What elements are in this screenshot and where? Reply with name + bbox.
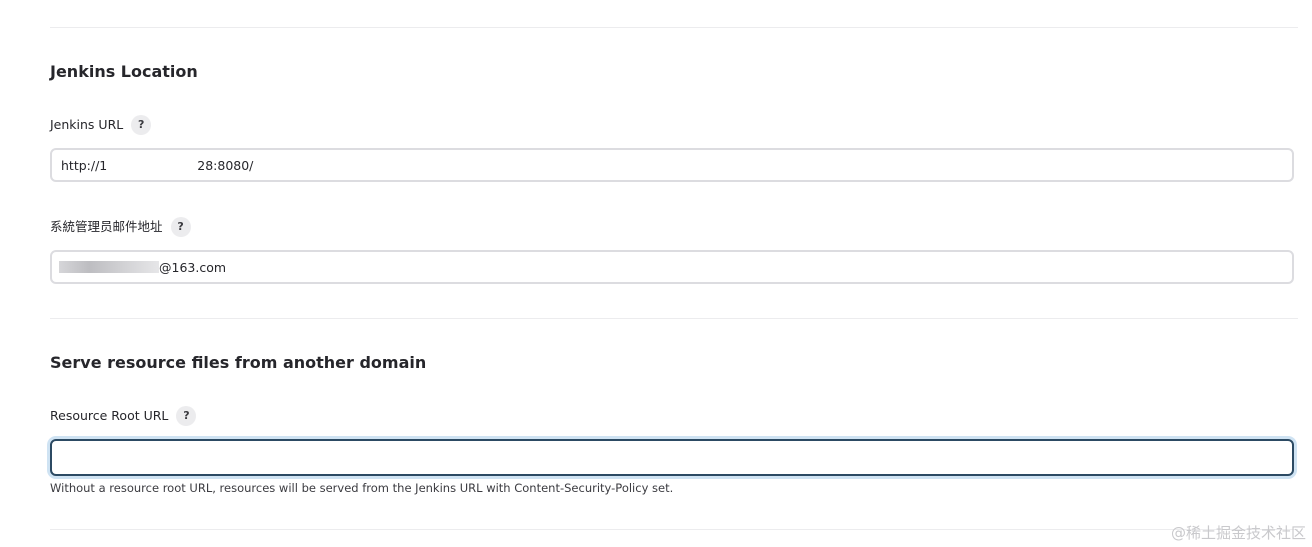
jenkins-url-input[interactable]: http://1 28:8080/	[50, 148, 1294, 182]
admin-email-label: 系統管理员邮件地址	[50, 219, 163, 234]
jenkins-url-label-row: Jenkins URL ?	[50, 115, 152, 135]
jenkins-url-value-start: http://1	[61, 157, 108, 173]
watermark: @稀土掘金技术社区	[1170, 524, 1306, 542]
jenkins-url-label: Jenkins URL	[50, 117, 124, 132]
section-divider	[50, 318, 1298, 319]
section-divider	[50, 27, 1298, 28]
redacted-segment	[107, 159, 197, 171]
resource-root-url-hint: Without a resource root URL, resources w…	[50, 481, 674, 495]
section-divider	[50, 529, 1298, 530]
jenkins-location-title: Jenkins Location	[50, 62, 198, 81]
resource-root-url-input[interactable]	[50, 439, 1294, 476]
help-icon[interactable]: ?	[176, 406, 197, 426]
help-icon[interactable]: ?	[131, 115, 152, 135]
resource-root-url-label-row: Resource Root URL ?	[50, 406, 197, 426]
redacted-segment	[59, 261, 159, 273]
configuration-page: Jenkins Location Jenkins URL ? http://1 …	[0, 0, 1312, 547]
resource-domain-title: Serve resource files from another domain	[50, 353, 427, 372]
resource-root-url-label: Resource Root URL	[50, 408, 169, 423]
admin-email-label-row: 系統管理员邮件地址 ?	[50, 217, 191, 237]
help-icon[interactable]: ?	[170, 217, 191, 237]
admin-email-input[interactable]: @163.com	[50, 250, 1294, 284]
jenkins-url-value-end: 28:8080/	[197, 157, 254, 173]
admin-email-value-end: @163.com	[159, 259, 227, 275]
